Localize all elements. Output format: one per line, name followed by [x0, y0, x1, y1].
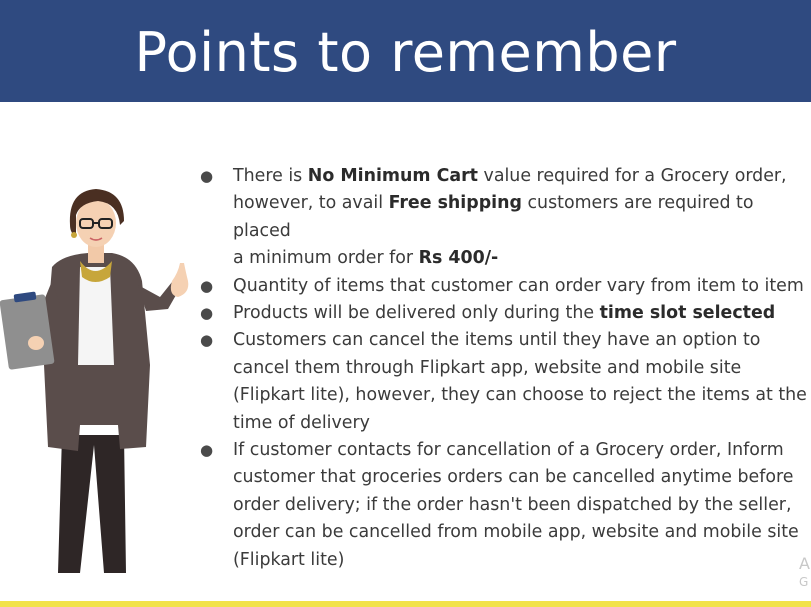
- bullet-icon: ●: [200, 441, 214, 460]
- bullet-icon: ●: [200, 167, 214, 185]
- point-item: ● Customers can cancel the items until t…: [200, 327, 811, 437]
- slide: Points to remember ● There is No Minimum…: [0, 0, 811, 607]
- presenter-left-hand: [28, 336, 44, 350]
- presenter-illustration: [0, 189, 189, 573]
- point-item: ● Products will be delivered only during…: [200, 300, 811, 327]
- points-list: ● There is No Minimum Cart value require…: [200, 163, 811, 574]
- bullet-icon: ●: [200, 304, 214, 323]
- point-item: ● If customer contacts for cancellation …: [200, 437, 811, 574]
- point-item: ● Quantity of items that customer can or…: [200, 273, 811, 300]
- pointing-hand-icon: [170, 263, 189, 297]
- corner-watermark-text: A G: [799, 554, 810, 589]
- bullet-icon: ●: [200, 276, 214, 295]
- title-bar: Points to remember: [0, 0, 811, 102]
- presenter-legs: [58, 435, 126, 573]
- bullet-icon: ●: [200, 331, 214, 350]
- point-item: ● There is No Minimum Cart value require…: [200, 163, 811, 273]
- slide-title: Points to remember: [134, 20, 677, 84]
- presenter-earring: [71, 232, 77, 238]
- bottom-accent-line: [0, 601, 811, 607]
